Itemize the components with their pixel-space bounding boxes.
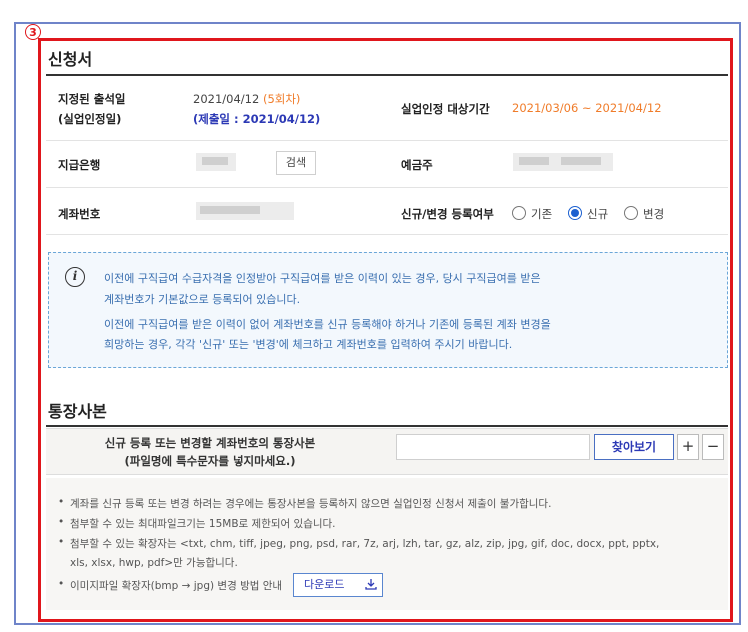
radio-change-label: 변경 bbox=[643, 207, 665, 221]
title-divider bbox=[46, 425, 728, 427]
row-divider bbox=[46, 234, 728, 235]
registration-label: 신규/변경 등록여부 bbox=[401, 207, 494, 221]
radio-change[interactable] bbox=[624, 206, 638, 220]
remove-file-button[interactable]: − bbox=[702, 434, 724, 460]
designated-round: (5회차) bbox=[262, 92, 301, 106]
depositor-value-redacted bbox=[513, 153, 613, 171]
notice-line: 계좌번호가 기본값으로 등록되어 있습니다. bbox=[104, 293, 301, 306]
radio-existing[interactable] bbox=[512, 206, 526, 220]
notice-line: 이전에 구직급여를 받은 이력이 없어 계좌번호를 신규 등록해야 하거나 기존… bbox=[104, 318, 551, 331]
submit-date: (제출일 : 2021/04/12) bbox=[193, 112, 321, 126]
account-label: 계좌번호 bbox=[58, 207, 101, 221]
radio-existing-label: 기존 bbox=[531, 207, 553, 221]
notice-line: 희망하는 경우, 각각 '신규' 또는 '변경'에 체크하고 계좌번호를 입력하… bbox=[104, 338, 513, 351]
info-icon: i bbox=[65, 267, 85, 287]
account-value-redacted bbox=[196, 202, 294, 220]
depositor-label: 예금주 bbox=[401, 158, 433, 172]
file-label: 신규 등록 또는 변경할 계좌번호의 통장사본 bbox=[104, 436, 316, 450]
radio-new-label: 신규 bbox=[587, 207, 609, 221]
file-sublabel: (파일명에 특수문자를 넣지마세요.) bbox=[124, 454, 296, 468]
bank-label: 지급은행 bbox=[58, 158, 101, 172]
bank-search-button[interactable]: 검색 bbox=[276, 151, 316, 175]
period-label: 실업인정 대상기간 bbox=[401, 102, 490, 116]
download-button[interactable]: 다운로드 bbox=[293, 573, 383, 597]
file-path-input[interactable] bbox=[396, 434, 590, 460]
designated-date-sublabel: (실업인정일) bbox=[58, 112, 122, 126]
add-file-button[interactable]: + bbox=[677, 434, 699, 460]
row-divider bbox=[46, 140, 728, 141]
passbook-title: 통장사본 bbox=[48, 402, 107, 421]
browse-button[interactable]: 찾아보기 bbox=[594, 434, 674, 460]
designated-date-value: 2021/04/12 (5회차) bbox=[193, 92, 301, 106]
radio-new[interactable] bbox=[568, 206, 582, 220]
title-divider bbox=[46, 74, 728, 76]
notice-line: 이전에 구직급여 수급자격을 인정받아 구직급여를 받은 이력이 있는 경우, … bbox=[104, 272, 541, 285]
download-button-label: 다운로드 bbox=[304, 578, 345, 591]
download-icon bbox=[365, 579, 377, 590]
row-divider bbox=[46, 187, 728, 188]
designated-date-label: 지정된 출석일 bbox=[58, 92, 126, 106]
bank-value-redacted bbox=[196, 153, 236, 171]
application-title: 신청서 bbox=[48, 50, 93, 69]
period-value: 2021/03/06 ~ 2021/04/12 bbox=[512, 101, 662, 115]
